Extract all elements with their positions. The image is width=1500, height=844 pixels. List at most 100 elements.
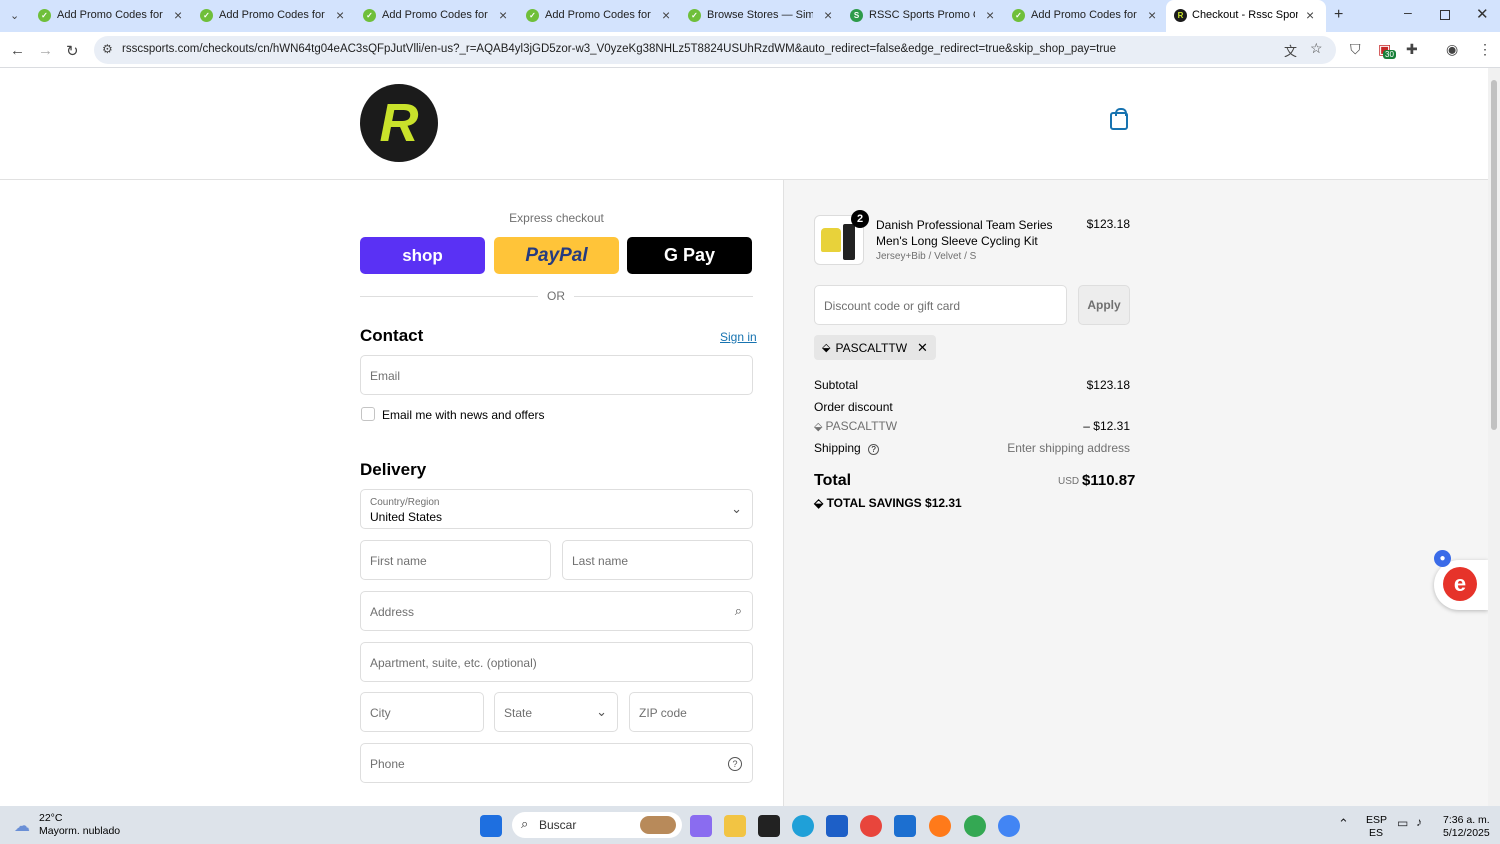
tag-icon: ⬙ — [822, 342, 831, 354]
address-field[interactable]: Address ⌕ — [360, 591, 753, 631]
browser-tab[interactable]: SRSSC Sports Promo Code× — [850, 0, 1005, 32]
store-icon[interactable] — [826, 815, 848, 837]
country-select[interactable]: Country/Region United States ⌄ — [360, 489, 753, 529]
edge-icon[interactable] — [792, 815, 814, 837]
help-icon[interactable]: ? — [728, 757, 742, 771]
file-explorer-icon[interactable] — [724, 815, 746, 837]
delivery-heading: Delivery — [360, 460, 427, 479]
chevron-down-icon: ⌄ — [731, 501, 742, 516]
restore-icon[interactable] — [1440, 10, 1450, 20]
browser-tab[interactable]: ✓Add Promo Codes for De× — [200, 0, 355, 32]
language-bottom[interactable]: ES — [1369, 827, 1383, 839]
browser-tab[interactable]: ✓Add Promo Codes for Ba× — [363, 0, 518, 32]
store-logo[interactable]: R — [360, 84, 438, 162]
browser-tab[interactable]: ✓Add Promo Codes for RS× — [1012, 0, 1167, 32]
browser-tab-active[interactable]: R Checkout - Rssc Sports × — [1166, 0, 1326, 32]
network-icon[interactable]: ▭ — [1397, 816, 1408, 830]
rewards-widget[interactable]: ● e — [1434, 550, 1488, 610]
city-field[interactable]: City — [360, 692, 484, 732]
outlook-icon[interactable] — [894, 815, 916, 837]
chevron-up-icon[interactable]: ⌃ — [1338, 816, 1349, 832]
site-favicon-icon: ✓ — [1012, 9, 1025, 22]
reload-icon[interactable]: ↻ — [66, 42, 79, 60]
clock-date[interactable]: 5/12/2025 — [1443, 827, 1490, 839]
browser-tab[interactable]: ✓Add Promo Codes for No× — [526, 0, 681, 32]
rewards-widget-icon: e — [1443, 567, 1477, 601]
menu-kebab-icon[interactable]: ⋮ — [1478, 41, 1492, 58]
paypal-button[interactable]: PayPal — [494, 237, 619, 274]
site-favicon-icon: R — [1174, 9, 1187, 22]
shopping-bag-icon[interactable] — [1110, 108, 1128, 130]
copilot-icon[interactable] — [690, 815, 712, 837]
last-name-field[interactable]: Last name — [562, 540, 753, 580]
taskbar-search[interactable]: ⌕ Buscar — [512, 812, 682, 838]
search-icon: ⌕ — [734, 603, 742, 618]
minimize-icon[interactable]: – — [1404, 4, 1412, 20]
sign-in-link[interactable]: Sign in — [720, 330, 757, 344]
translate-icon[interactable]: 文 — [1284, 41, 1297, 60]
sticky-notes-icon[interactable] — [758, 815, 780, 837]
apply-button[interactable]: Apply — [1078, 285, 1130, 325]
first-name-field[interactable]: First name — [360, 540, 551, 580]
chrome-profile-icon[interactable] — [964, 815, 986, 837]
jersey-image — [821, 228, 841, 252]
newsletter-checkbox[interactable] — [361, 407, 375, 421]
google-pay-button[interactable]: G Pay — [627, 237, 752, 274]
close-tab-icon[interactable]: × — [986, 7, 994, 23]
remove-code-icon[interactable]: ✕ — [917, 340, 928, 356]
close-tab-icon[interactable]: × — [174, 7, 182, 23]
shop-pay-button[interactable]: shop — [360, 237, 485, 274]
total-value: $110.87 — [1082, 472, 1136, 489]
zip-field[interactable]: ZIP code — [629, 692, 753, 732]
tag-icon: ⬙ — [814, 421, 826, 433]
close-tab-icon[interactable]: × — [1148, 7, 1156, 23]
user-badge-icon: ● — [1434, 550, 1451, 567]
chevron-down-icon: ⌄ — [596, 704, 607, 719]
profile-avatar-icon[interactable]: ◉ — [1446, 41, 1458, 58]
subtotal-row: Subtotal $123.18 — [814, 378, 1130, 392]
firefox-icon[interactable] — [929, 815, 951, 837]
scrollbar-thumb[interactable] — [1491, 80, 1497, 430]
back-icon[interactable]: ← — [10, 42, 25, 59]
puzzle-icon[interactable]: ✚ — [1406, 41, 1418, 58]
bookmark-star-icon[interactable]: ☆ — [1310, 40, 1323, 57]
phone-field[interactable]: Phone ? — [360, 743, 753, 783]
chrome-active-icon[interactable] — [998, 815, 1020, 837]
extension-badge: 30 — [1383, 50, 1396, 59]
discount-code-input[interactable]: Discount code or gift card — [814, 285, 1067, 325]
express-checkout-label: Express checkout — [509, 211, 604, 225]
tab-search-icon[interactable]: ⌄ — [10, 9, 19, 22]
volume-icon[interactable]: ♪ — [1416, 815, 1422, 829]
checkout-page: R Express checkout shop PayPal G Pay OR … — [0, 68, 1488, 806]
close-window-icon[interactable]: ✕ — [1476, 5, 1489, 23]
chrome-icon[interactable] — [860, 815, 882, 837]
state-select[interactable]: State ⌄ — [494, 692, 618, 732]
site-info-icon[interactable]: ⚙ — [102, 42, 113, 56]
address-bar[interactable]: ⚙ rsscsports.com/checkouts/cn/hWN64tg04e… — [94, 36, 1336, 64]
shipping-info-icon[interactable]: ? — [868, 444, 880, 455]
close-tab-icon[interactable]: × — [1306, 7, 1314, 23]
forward-icon[interactable]: → — [38, 42, 53, 59]
shield-extension-icon[interactable]: ⛉ — [1350, 41, 1361, 58]
url-text: rsscsports.com/checkouts/cn/hWN64tg04eAC… — [122, 43, 1116, 55]
email-field[interactable]: Email — [360, 355, 753, 395]
or-separator: OR — [538, 289, 574, 303]
close-tab-icon[interactable]: × — [499, 7, 507, 23]
weather-icon[interactable]: ☁ — [14, 816, 30, 836]
new-tab-icon[interactable]: + — [1334, 6, 1343, 24]
total-label: Total — [814, 472, 852, 489]
page-scrollbar[interactable] — [1488, 68, 1500, 806]
close-tab-icon[interactable]: × — [336, 7, 344, 23]
close-tab-icon[interactable]: × — [824, 7, 832, 23]
product-variant: Jersey+Bib / Velvet / S — [876, 251, 977, 262]
close-tab-icon[interactable]: × — [662, 7, 670, 23]
shipping-row: Shipping ? Enter shipping address — [814, 441, 1130, 455]
tag-icon: ⬙ — [814, 496, 827, 510]
windows-start-icon[interactable] — [480, 815, 502, 837]
browser-tab[interactable]: ✓Browse Stores — SimplyC× — [688, 0, 843, 32]
clock-time[interactable]: 7:36 a. m. — [1443, 814, 1490, 826]
site-favicon-icon: ✓ — [526, 9, 539, 22]
browser-tab[interactable]: ✓Add Promo Codes for Fre× — [38, 0, 193, 32]
language-top[interactable]: ESP — [1366, 814, 1387, 826]
apartment-field[interactable]: Apartment, suite, etc. (optional) — [360, 642, 753, 682]
